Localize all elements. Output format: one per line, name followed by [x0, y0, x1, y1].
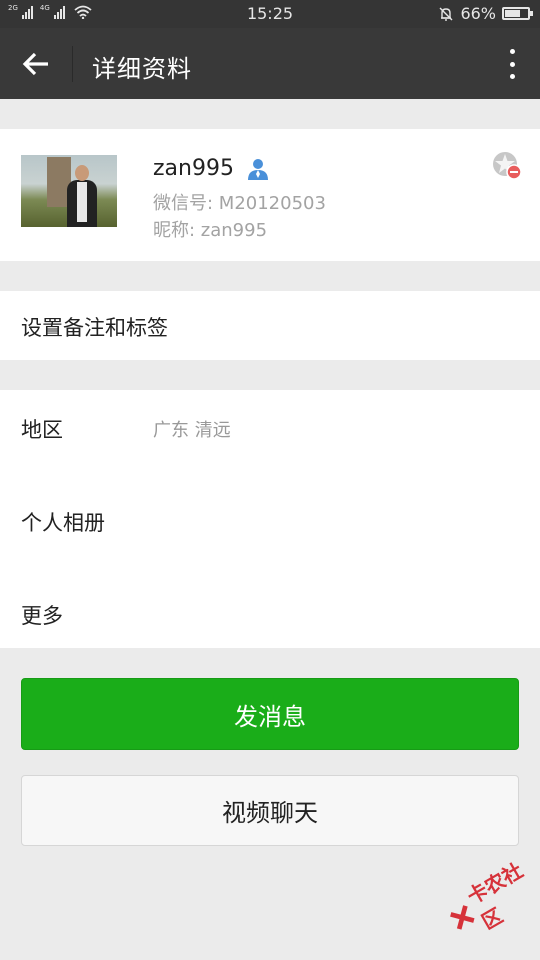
- male-user-icon: [247, 158, 268, 180]
- more-vertical-icon: [509, 49, 515, 54]
- page-title: 详细资料: [92, 55, 192, 83]
- arrow-left-icon: [22, 52, 48, 76]
- region-label: 地区: [21, 418, 63, 442]
- status-right: 66%: [438, 4, 533, 23]
- watermark: 卡农社区: [438, 847, 540, 948]
- status-bar: 2G 4G 15:25 66%: [0, 0, 540, 28]
- details-card: 地区 广东 清远 个人相册 更多: [0, 390, 540, 648]
- set-remark-label: 设置备注和标签: [21, 316, 168, 340]
- battery-percent: 66%: [460, 4, 496, 23]
- send-message-button[interactable]: 发消息: [21, 678, 519, 750]
- title-divider: [72, 46, 73, 82]
- contact-name: zan995: [153, 156, 234, 181]
- set-remark-row[interactable]: 设置备注和标签: [0, 291, 540, 360]
- nickname: 昵称: zan995: [153, 220, 268, 241]
- wechat-id: 微信号: M20120503: [153, 193, 326, 214]
- battery-icon: [502, 7, 533, 20]
- avatar[interactable]: [21, 155, 117, 227]
- back-button[interactable]: [14, 46, 58, 82]
- name-row: zan995: [153, 156, 270, 181]
- bell-muted-icon: [439, 7, 453, 21]
- more-row[interactable]: 更多: [21, 600, 63, 630]
- star-friend-remove-icon[interactable]: [492, 151, 522, 181]
- battery-fill: [505, 10, 520, 17]
- profile-card: zan995 微信号: M20120503 昵称: zan995: [0, 129, 540, 261]
- region-value: 广东 清远: [153, 420, 231, 441]
- video-chat-button[interactable]: 视频聊天: [21, 775, 519, 846]
- personal-album-row[interactable]: 个人相册: [21, 507, 105, 537]
- more-options-button[interactable]: [506, 46, 518, 82]
- title-bar: 详细资料: [0, 28, 540, 99]
